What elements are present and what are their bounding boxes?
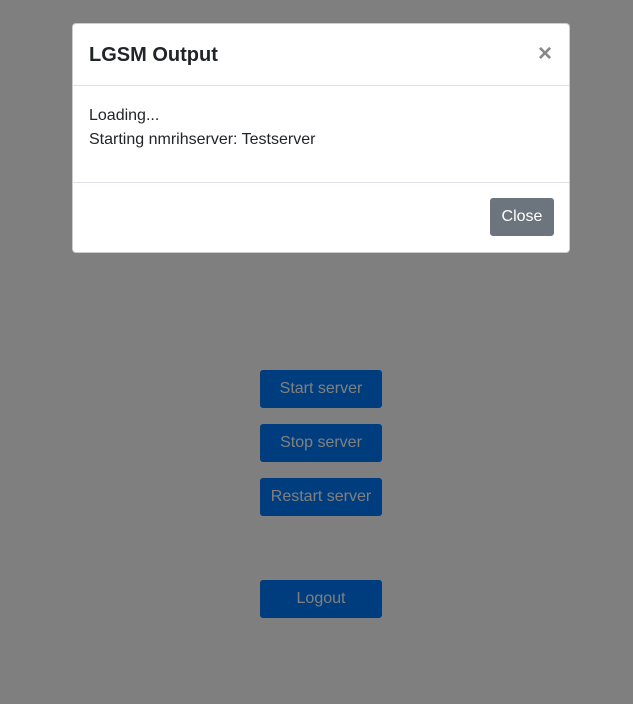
modal-title: LGSM Output [89, 44, 218, 66]
modal-footer: Close [73, 183, 569, 252]
page: Start server Stop server Restart server … [0, 0, 633, 704]
output-line-starting: Starting nmrihserver: Testserver [89, 131, 316, 148]
close-button[interactable]: Close [490, 198, 554, 236]
close-icon[interactable]: × [535, 42, 555, 66]
modal-header: LGSM Output × [73, 24, 569, 86]
modal-body: Loading... Starting nmrihserver: Testser… [73, 86, 569, 183]
output-line-loading: Loading... [89, 107, 160, 124]
lgsm-output-modal: LGSM Output × Loading... Starting nmrihs… [72, 23, 570, 253]
